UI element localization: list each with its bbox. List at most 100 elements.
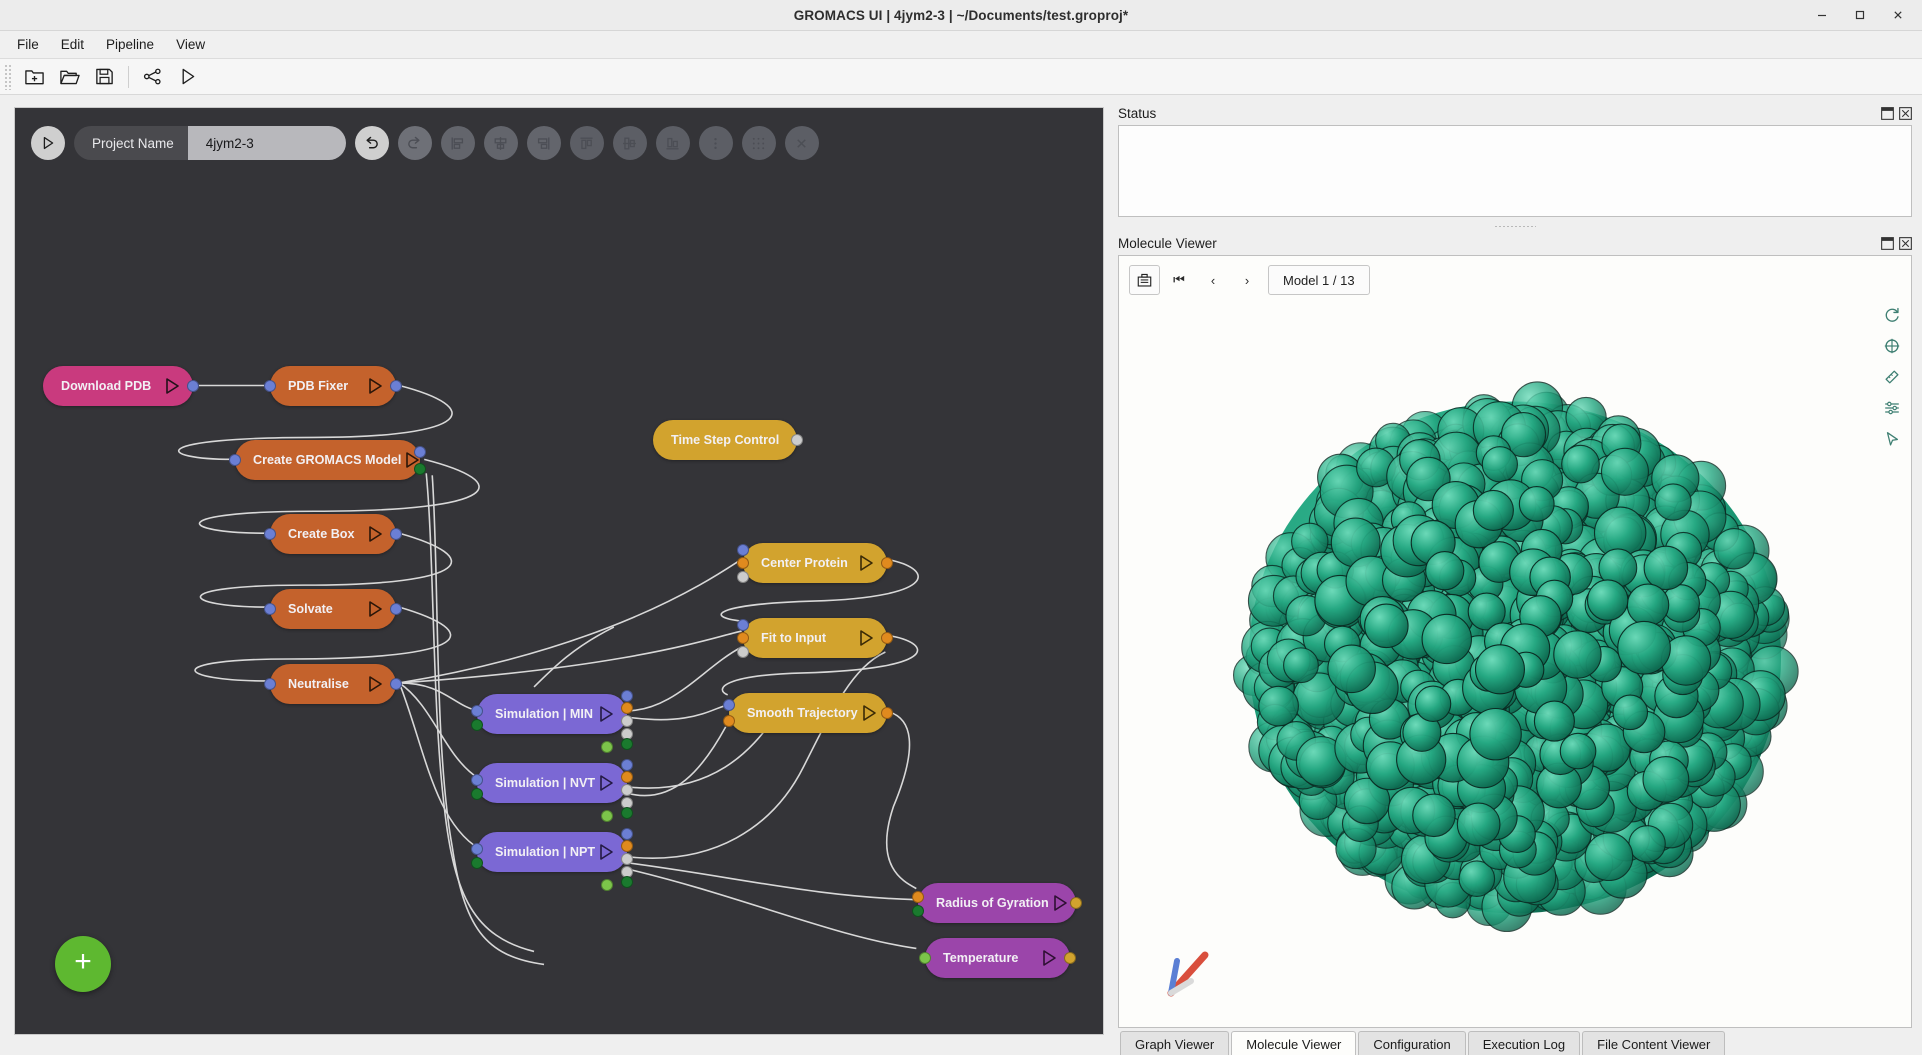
molecule-render-canvas[interactable]: [1119, 298, 1911, 1027]
port-output-log[interactable]: [621, 784, 633, 796]
pointer-button[interactable]: [1879, 426, 1905, 452]
settings-button[interactable]: [1879, 395, 1905, 421]
port-output-trajectory[interactable]: [621, 702, 633, 714]
status-output-area[interactable]: [1118, 125, 1912, 217]
close-icon[interactable]: [1899, 106, 1912, 120]
node-run-icon[interactable]: [364, 375, 386, 397]
port-output-state[interactable]: [601, 810, 613, 822]
menu-pipeline[interactable]: Pipeline: [95, 34, 165, 55]
node-run-icon[interactable]: [364, 598, 386, 620]
grid-snap-button[interactable]: [741, 126, 776, 160]
align-middle-vertical-button[interactable]: [612, 126, 647, 160]
port-input-index[interactable]: [737, 646, 749, 658]
node-run-icon[interactable]: [595, 772, 617, 794]
port-input-trajectory[interactable]: [737, 632, 749, 644]
graph-node-simulation-min[interactable]: Simulation | MIN: [471, 690, 633, 753]
port-input[interactable]: [229, 454, 241, 466]
port-output-trajectory[interactable]: [621, 840, 633, 852]
port-output-structure[interactable]: [621, 690, 633, 702]
port-input-topology[interactable]: [471, 857, 483, 869]
align-right-button[interactable]: [526, 126, 561, 160]
project-name-field[interactable]: Project Name 4jym2-3: [74, 126, 346, 160]
pipeline-graph-button[interactable]: [136, 62, 169, 92]
graph-node-smooth-trajectory[interactable]: Smooth Trajectory: [723, 693, 893, 733]
refresh-button[interactable]: [1879, 302, 1905, 328]
undo-button[interactable]: [354, 126, 389, 160]
port-input-structure[interactable]: [471, 705, 483, 717]
dock-splitter[interactable]: [1118, 221, 1912, 231]
port-input-topology[interactable]: [471, 788, 483, 800]
graph-node-fit-to-input[interactable]: Fit to Input: [737, 618, 893, 658]
save-project-button[interactable]: [88, 62, 121, 92]
port-output-topology[interactable]: [621, 876, 633, 888]
node-run-icon[interactable]: [1038, 947, 1060, 969]
port-output-trajectory[interactable]: [881, 707, 893, 719]
port-output-structure[interactable]: [621, 828, 633, 840]
recenter-button[interactable]: [1879, 333, 1905, 359]
graph-node-time-step-control[interactable]: Time Step Control: [653, 420, 803, 460]
port-input-trajectory[interactable]: [723, 715, 735, 727]
port-input-structure[interactable]: [471, 843, 483, 855]
undock-icon[interactable]: [1881, 236, 1894, 250]
port-output[interactable]: [390, 528, 402, 540]
close-icon[interactable]: [1899, 236, 1912, 250]
graph-node-center-protein[interactable]: Center Protein: [737, 543, 893, 583]
next-model-button[interactable]: ›: [1232, 265, 1262, 295]
undock-icon[interactable]: [1881, 106, 1894, 120]
tab-graph-viewer[interactable]: Graph Viewer: [1120, 1031, 1230, 1055]
node-run-icon[interactable]: [364, 673, 386, 695]
new-project-button[interactable]: [18, 62, 51, 92]
port-output-state[interactable]: [601, 741, 613, 753]
node-run-icon[interactable]: [1049, 892, 1071, 914]
tab-execution-log[interactable]: Execution Log: [1467, 1031, 1581, 1055]
prev-model-button[interactable]: ‹: [1198, 265, 1228, 295]
port-input-trajectory[interactable]: [912, 891, 924, 903]
run-pipeline-button[interactable]: [171, 62, 204, 92]
clear-graph-button[interactable]: [784, 126, 819, 160]
port-output-structure[interactable]: [414, 446, 426, 458]
graph-node-create-box[interactable]: Create Box: [264, 514, 402, 554]
port-input-structure[interactable]: [737, 619, 749, 631]
graph-run-button[interactable]: [31, 126, 65, 160]
port-output[interactable]: [390, 678, 402, 690]
node-run-icon[interactable]: [595, 703, 617, 725]
graph-node-download-pdb[interactable]: Download PDB: [43, 366, 199, 406]
port-output[interactable]: [390, 380, 402, 392]
save-image-button[interactable]: [1129, 265, 1160, 295]
port-input-structure[interactable]: [737, 544, 749, 556]
port-input-structure[interactable]: [723, 699, 735, 711]
toolbar-drag-handle[interactable]: [4, 63, 13, 90]
redo-button[interactable]: [397, 126, 432, 160]
maximize-button[interactable]: [1842, 3, 1878, 27]
port-output[interactable]: [187, 380, 199, 392]
port-output-trajectory[interactable]: [881, 632, 893, 644]
project-name-input[interactable]: 4jym2-3: [187, 126, 346, 160]
tab-molecule-viewer[interactable]: Molecule Viewer: [1231, 1031, 1357, 1055]
open-project-button[interactable]: [53, 62, 86, 92]
port-output-trajectory[interactable]: [881, 557, 893, 569]
align-center-horizontal-button[interactable]: [483, 126, 518, 160]
port-input[interactable]: [264, 528, 276, 540]
menu-view[interactable]: View: [165, 34, 216, 55]
port-input[interactable]: [264, 603, 276, 615]
add-node-button[interactable]: +: [55, 936, 111, 992]
more-options-button[interactable]: [698, 126, 733, 160]
node-run-icon[interactable]: [855, 552, 877, 574]
port-output-topology[interactable]: [621, 738, 633, 750]
protein-space-fill-model[interactable]: [1119, 298, 1911, 1027]
port-output[interactable]: [1070, 897, 1082, 909]
graph-node-pdb-fixer[interactable]: PDB Fixer: [264, 366, 402, 406]
port-output-structure[interactable]: [621, 759, 633, 771]
port-input-energy[interactable]: [919, 952, 931, 964]
port-output[interactable]: [1064, 952, 1076, 964]
align-bottom-button[interactable]: [655, 126, 690, 160]
port-input[interactable]: [264, 678, 276, 690]
port-output[interactable]: [390, 603, 402, 615]
graph-node-simulation-nvt[interactable]: Simulation | NVT: [471, 759, 633, 822]
port-input-trajectory[interactable]: [737, 557, 749, 569]
port-input-topology[interactable]: [471, 719, 483, 731]
node-run-icon[interactable]: [858, 702, 880, 724]
port-input-topology[interactable]: [912, 905, 924, 917]
node-run-icon[interactable]: [855, 627, 877, 649]
port-input-index[interactable]: [737, 571, 749, 583]
